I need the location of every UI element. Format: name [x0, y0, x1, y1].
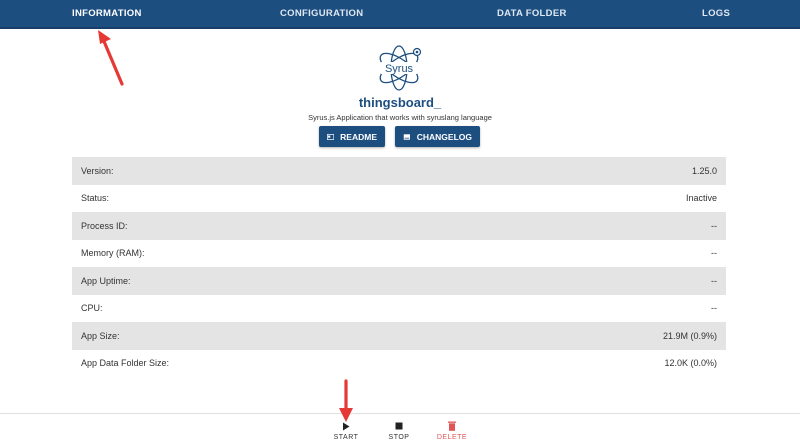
info-label: Version: — [81, 165, 114, 176]
svg-text:Syrus: Syrus — [385, 63, 414, 75]
info-row-memory: Memory (RAM): -- — [72, 240, 726, 268]
info-label: App Data Folder Size: — [81, 358, 170, 369]
delete-label: DELETE — [436, 434, 468, 441]
info-value: -- — [711, 248, 717, 259]
tab-information[interactable]: INFORMATION — [72, 8, 142, 19]
top-nav: INFORMATION CONFIGURATION DATA FOLDER LO… — [0, 0, 800, 29]
info-row-process-id: Process ID: -- — [72, 212, 726, 240]
tab-configuration[interactable]: CONFIGURATION — [280, 8, 363, 19]
book-icon — [327, 133, 335, 140]
trash-icon — [448, 421, 456, 431]
info-row-app-size: App Size: 21.9M (0.9%) — [72, 322, 726, 350]
syrus-logo: Syrus — [379, 45, 422, 91]
delete-button[interactable]: DELETE — [436, 414, 468, 441]
info-label: App Uptime: — [81, 275, 131, 286]
info-row-data-folder-size: App Data Folder Size: 12.0K (0.0%) — [72, 350, 726, 378]
info-row-status: Status: Inactive — [72, 185, 726, 213]
changelog-label: CHANGELOG — [416, 131, 472, 142]
info-value: -- — [711, 303, 717, 314]
annotation-arrow-icon — [98, 30, 124, 86]
tab-data-folder[interactable]: DATA FOLDER — [497, 8, 567, 19]
stop-button[interactable]: STOP — [387, 414, 411, 441]
readme-button[interactable]: README — [319, 126, 385, 147]
info-row-uptime: App Uptime: -- — [72, 267, 726, 295]
action-bar: START STOP DELETE — [0, 413, 800, 444]
info-row-version: Version: 1.25.0 — [72, 157, 726, 185]
document-icon — [403, 133, 410, 140]
readme-label: README — [340, 131, 377, 142]
info-value: 21.9M (0.9%) — [662, 330, 717, 341]
info-row-cpu: CPU: -- — [72, 295, 726, 323]
changelog-button[interactable]: CHANGELOG — [395, 126, 480, 147]
info-label: Process ID: — [81, 220, 128, 231]
info-value: -- — [711, 220, 717, 231]
info-value: Inactive — [685, 193, 717, 204]
info-label: Memory (RAM): — [81, 248, 145, 259]
annotation-arrow-icon — [339, 379, 353, 422]
info-label: CPU: — [81, 303, 103, 314]
stop-label: STOP — [388, 434, 410, 441]
info-value: -- — [711, 275, 717, 286]
info-table: Version: 1.25.0 Status: Inactive Process… — [72, 157, 726, 377]
app-description: Syrus.js Application that works with syr… — [308, 113, 492, 122]
start-label: START — [333, 434, 359, 441]
stop-icon — [395, 422, 403, 430]
info-label: App Size: — [81, 330, 120, 341]
info-value: 12.0K (0.0%) — [664, 358, 717, 369]
info-label: Status: — [81, 193, 110, 204]
tab-logs[interactable]: LOGS — [702, 8, 730, 19]
app-name: thingsboard_ — [358, 95, 442, 110]
info-value: 1.25.0 — [691, 165, 717, 176]
